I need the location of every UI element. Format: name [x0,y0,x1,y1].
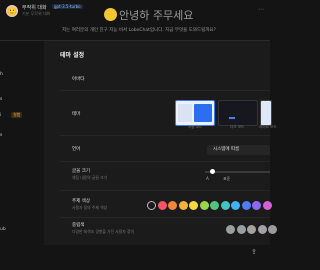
sidebar-item[interactable]: h [0,72,3,77]
language-value: 시스템에 따름 [213,147,240,152]
neutral-color-swatch[interactable] [247,225,256,234]
sidebar: h s i s [0,41,44,270]
sidebar-item[interactable]: s [0,97,2,102]
row-divider [60,190,270,191]
sidebar-item[interactable]: i [0,113,1,118]
sidebar-bottom-item[interactable]: ub [0,227,6,232]
theme-label: 테마 [72,112,81,117]
accent-color-swatch[interactable] [199,201,209,210]
conversation-subtitle: 기본 무작위 대화 [22,11,51,16]
panel-title: 테마 설정 [60,52,85,59]
row-divider [60,135,270,136]
theme-preview-accent [229,117,235,119]
slider-min-label: A [206,176,209,181]
accent-color-swatch[interactable] [147,201,156,210]
model-badge[interactable]: gpt-3.5-turbo [52,4,83,9]
accent-color-swatch[interactable] [157,201,167,210]
theme-caption: 자동 모드 [188,125,203,129]
font-size-desc: 채팅 내용의 글꼴 크기 [72,175,108,180]
row-divider [60,161,270,162]
font-size-label: 글꼴 크기 [72,169,90,174]
theme-caption: 다크 모드 [230,125,245,129]
greeting-text: 안녕하 주무세요 [119,9,194,22]
neutral-color-swatch[interactable] [236,225,246,234]
neutral-color-swatch[interactable] [257,225,267,234]
avatar-emoji-icon: 🙂 [7,6,17,16]
accent-color-swatch[interactable] [220,201,230,210]
accent-color-swatch[interactable] [231,201,240,210]
accent-color-swatch[interactable] [241,201,251,210]
sidebar-item[interactable]: s [0,133,2,138]
accent-color-swatch[interactable] [262,201,272,210]
accent-color-desc: 사용자 정의 주제 색상 [72,205,108,210]
neutral-color-swatch[interactable] [268,225,277,234]
neutral-color-swatch[interactable] [226,225,235,234]
accent-color-swatch[interactable] [189,201,198,210]
experimental-badge: 실험 [11,112,23,118]
font-size-slider-handle[interactable] [210,169,215,174]
accent-color-swatch[interactable] [210,201,219,210]
theme-option-auto[interactable] [175,100,215,126]
intro-message: 저는 여러분의 개인 친구 지능 비서 LobeChat입니다. 지금 무엇을 … [62,28,216,33]
accent-color-swatch[interactable] [252,201,261,210]
theme-option-light[interactable] [260,100,272,126]
accent-color-swatch[interactable] [168,201,177,210]
send-icon[interactable]: ⇪ [251,248,257,256]
theme-option-dark[interactable] [218,100,258,126]
bottom-bar [0,245,270,270]
accent-color-label: 주제 색상 [72,199,90,204]
theme-caption: 라이트 모드 [259,125,277,129]
row-divider [60,217,270,218]
slider-mark-label: 표준 [223,176,231,181]
conversation-title: 무작위 대화 [22,5,47,11]
accent-color-swatch[interactable] [178,201,188,210]
theme-preview-sidebar [178,104,192,122]
agent-avatar[interactable]: 🙂 [6,5,18,17]
neutral-color-desc: 다양한 회색조 경향을 가진 사용자 정의 [72,229,134,234]
theme-preview-accent [194,104,212,122]
row-divider [60,90,270,91]
language-label: 언어 [72,147,81,152]
more-icon[interactable]: ⋯ [258,6,264,13]
neutral-color-label: 중립색 [72,223,85,228]
greeting-emoji-icon [104,8,117,21]
avatar-label: 아바타 [72,77,85,82]
